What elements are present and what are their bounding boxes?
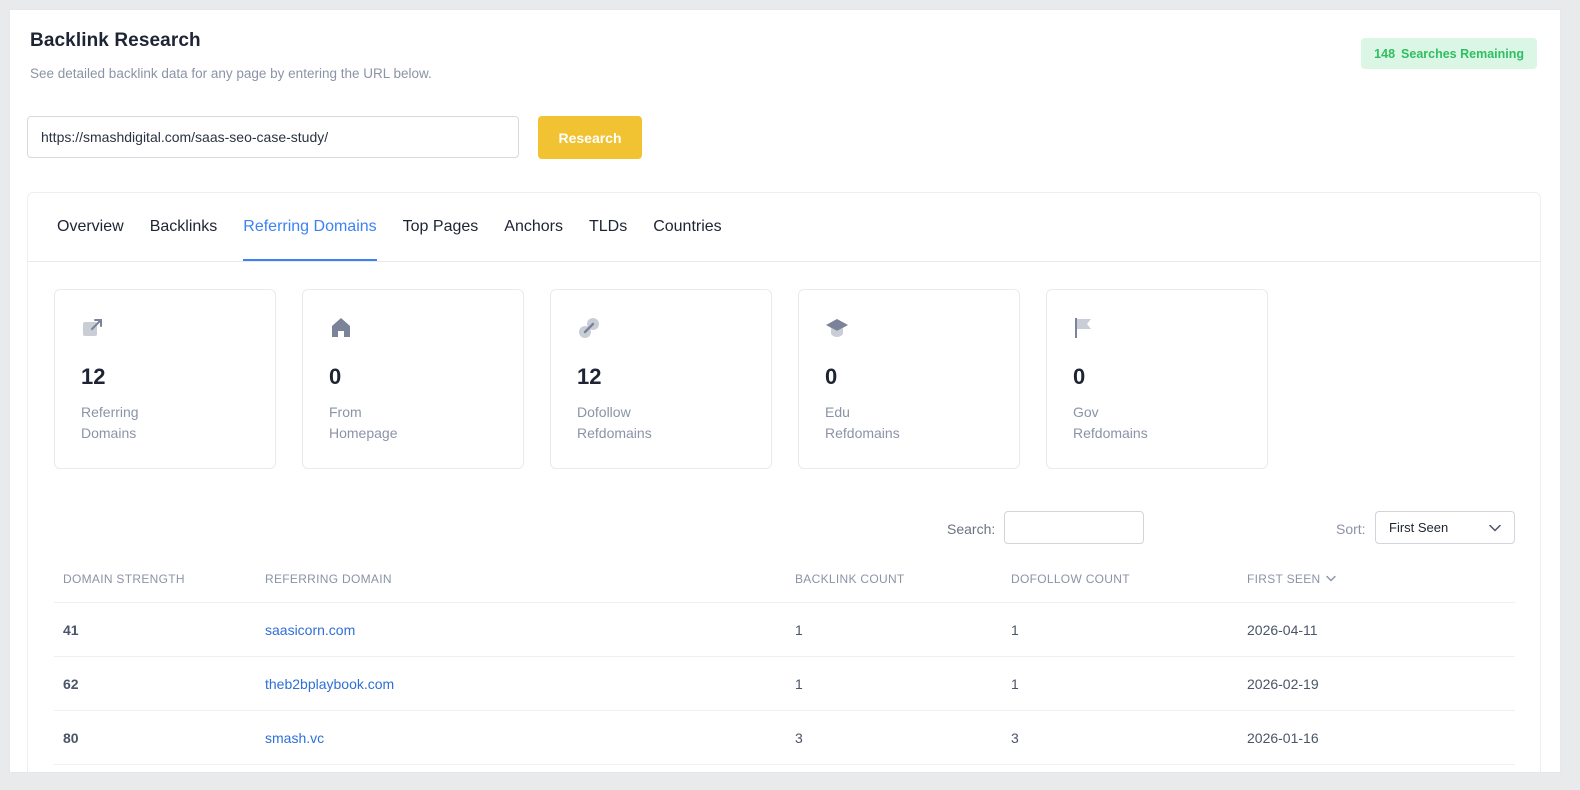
stat-card-from-homepage: 0 From Homepage (302, 289, 524, 469)
referring-domain-cell: theb2bplaybook.com (256, 676, 786, 692)
sort-label: Sort: (1336, 521, 1366, 537)
domain-strength-cell: 80 (63, 729, 79, 746)
sort-chevron-down-icon (1326, 575, 1337, 582)
results-panel: Overview Backlinks Referring Domains Top… (27, 192, 1541, 772)
searches-remaining-count: 148 (1374, 46, 1396, 61)
column-header-backlink-count[interactable]: BACKLINK COUNT (786, 572, 1002, 586)
searches-remaining-label: Searches Remaining (1401, 46, 1524, 61)
first-seen-cell: 2026-04-11 (1247, 621, 1318, 638)
backlink-count-cell: 3 (795, 729, 803, 746)
column-header-referring-domain[interactable]: REFERRING DOMAIN (256, 572, 786, 586)
tab-referring-domains[interactable]: Referring Domains (243, 193, 377, 261)
dofollow-count-cell: 3 (1011, 729, 1019, 746)
stat-label: Referring Domains (81, 404, 139, 441)
tab-anchors[interactable]: Anchors (504, 193, 563, 261)
stat-value: 0 (825, 364, 838, 389)
column-header-first-seen-label: FIRST SEEN (1247, 571, 1321, 586)
tab-overview[interactable]: Overview (57, 193, 124, 261)
sort-select[interactable]: First Seen (1375, 511, 1515, 544)
stat-card-referring-domains: 12 Referring Domains (54, 289, 276, 469)
column-header-domain-strength[interactable]: DOMAIN STRENGTH (54, 572, 256, 586)
domain-strength-cell: 62 (63, 675, 79, 692)
home-icon (332, 318, 350, 337)
backlink-research-window: Backlink Research See detailed backlink … (9, 9, 1561, 773)
stat-value: 0 (1073, 364, 1086, 389)
table-row: 62 theb2bplaybook.com 1 1 2026-02-19 (54, 657, 1515, 711)
table-row: 41 saasicorn.com 1 1 2026-04-11 (54, 603, 1515, 657)
tab-backlinks[interactable]: Backlinks (150, 193, 218, 261)
backlink-count-cell: 1 (795, 621, 803, 638)
flag-icon (1075, 318, 1091, 338)
stat-card-edu-refdomains: 0 Edu Refdomains (798, 289, 1020, 469)
dofollow-count-cell: 1 (1011, 675, 1019, 692)
domain-strength-cell: 41 (63, 621, 79, 638)
tab-tlds[interactable]: TLDs (589, 193, 627, 261)
page-header: Backlink Research See detailed backlink … (30, 30, 432, 81)
stat-card-dofollow-refdomains: 12 Dofollow Refdomains (550, 289, 772, 469)
referring-domain-link[interactable]: smash.vc (265, 730, 324, 746)
chevron-down-icon (1489, 524, 1501, 532)
tab-countries[interactable]: Countries (653, 193, 721, 261)
table-header: DOMAIN STRENGTH REFERRING DOMAIN BACKLIN… (54, 555, 1515, 603)
stat-card-gov-refdomains: 0 Gov Refdomains (1046, 289, 1268, 469)
referring-domain-link[interactable]: theb2bplaybook.com (265, 676, 394, 692)
column-header-dofollow-count[interactable]: DOFOLLOW COUNT (1002, 572, 1238, 586)
research-button[interactable]: Research (538, 116, 642, 159)
external-link-icon (83, 319, 102, 336)
dofollow-count-cell: 1 (1011, 621, 1019, 638)
tab-bar: Overview Backlinks Referring Domains Top… (28, 193, 1540, 262)
stat-label: Edu Refdomains (825, 404, 900, 441)
stat-value: 12 (81, 364, 106, 389)
tab-top-pages[interactable]: Top Pages (403, 193, 479, 261)
first-seen-cell: 2026-01-16 (1247, 729, 1319, 746)
backlink-count-cell: 1 (795, 675, 803, 692)
stat-value: 0 (329, 364, 342, 389)
table-row: 80 smash.vc 3 3 2026-01-16 (54, 711, 1515, 765)
referring-domain-link[interactable]: saasicorn.com (265, 622, 355, 638)
stat-label: From Homepage (329, 404, 398, 441)
first-seen-cell: 2026-02-19 (1247, 675, 1319, 692)
stat-value: 12 (577, 364, 602, 389)
column-header-first-seen[interactable]: FIRST SEEN (1238, 572, 1515, 586)
referring-domain-cell: smash.vc (256, 730, 786, 746)
page-subtitle: See detailed backlink data for any page … (30, 66, 432, 81)
referring-domain-cell: saasicorn.com (256, 622, 786, 638)
stat-label: Gov Refdomains (1073, 404, 1148, 441)
stat-label: Dofollow Refdomains (577, 404, 652, 441)
page-title: Backlink Research (30, 30, 201, 51)
table-search-label: Search: (947, 521, 996, 537)
table-search-input[interactable] (1004, 511, 1144, 544)
referring-domains-table: DOMAIN STRENGTH REFERRING DOMAIN BACKLIN… (54, 555, 1515, 765)
searches-remaining-badge: 148 Searches Remaining (1361, 38, 1537, 69)
graduation-cap-icon (826, 319, 848, 337)
url-input[interactable] (27, 116, 519, 158)
link-icon (579, 318, 599, 338)
sort-selected-value: First Seen (1389, 520, 1449, 535)
stat-cards: 12 Referring Domains 0 From Homepage 12 … (54, 289, 1268, 469)
